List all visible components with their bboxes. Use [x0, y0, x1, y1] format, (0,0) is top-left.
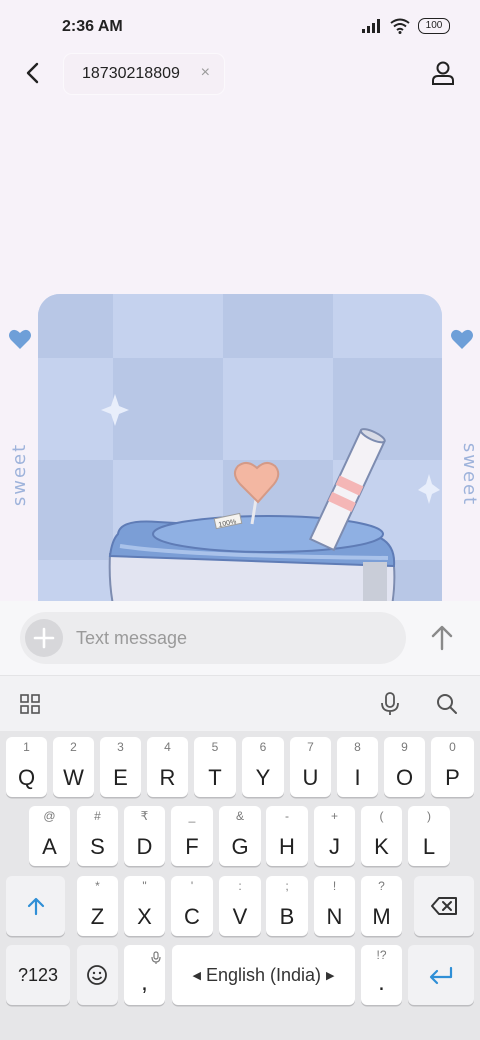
mic-icon[interactable] — [380, 692, 400, 716]
heart-icon — [451, 329, 473, 349]
language-left-arrow: ◀ — [192, 970, 201, 982]
status-time: 2:36 AM — [62, 18, 123, 35]
backspace-key[interactable] — [414, 876, 474, 936]
key-o[interactable]: 9 O — [384, 737, 425, 797]
keyboard-toolbar — [0, 675, 480, 732]
shift-icon — [27, 897, 45, 916]
key-v[interactable]: : V — [219, 876, 261, 936]
backspace-icon — [431, 897, 457, 915]
heart-icon — [9, 329, 31, 349]
sticker-area: sweet sweet 100% — [0, 294, 480, 601]
comma-key[interactable]: , — [124, 945, 165, 1005]
contact-icon — [432, 61, 454, 85]
conversation-header: 18730218809 × — [0, 52, 480, 98]
sweet-label-right: sweet — [459, 442, 480, 507]
key-p[interactable]: 0 P — [431, 737, 474, 797]
key-a[interactable]: @ A — [29, 806, 70, 866]
space-label: English (India) — [205, 965, 322, 985]
enter-key[interactable] — [408, 945, 474, 1005]
message-input[interactable]: Text message — [20, 612, 406, 664]
back-button[interactable] — [18, 58, 48, 88]
space-key[interactable]: ◀ English (India) ▶ — [172, 945, 355, 1005]
shift-key[interactable] — [6, 876, 65, 936]
recipient-chip[interactable]: 18730218809 × — [64, 54, 224, 94]
key-i[interactable]: 8 I — [337, 737, 378, 797]
key-d[interactable]: ₹ D — [124, 806, 165, 866]
language-right-arrow: ▶ — [326, 970, 335, 982]
sticker-image[interactable]: 100% — [38, 294, 442, 601]
keyboard: 1 Q 2 W 3 E 4 R 5 T 6 Y 7 U 8 I 9 O 0 P … — [0, 731, 480, 1040]
remove-recipient-button[interactable]: × — [201, 64, 210, 82]
message-placeholder: Text message — [76, 628, 188, 648]
mic-small-icon — [151, 951, 161, 964]
send-button[interactable] — [428, 623, 456, 653]
key-t[interactable]: 5 T — [194, 737, 236, 797]
sticker-illustration: 100% — [38, 294, 442, 601]
signal-icon — [362, 19, 380, 33]
enter-icon — [429, 966, 453, 985]
emoji-icon — [87, 965, 107, 985]
key-f[interactable]: _ F — [171, 806, 213, 866]
key-r[interactable]: 4 R — [147, 737, 188, 797]
key-w[interactable]: 2 W — [53, 737, 94, 797]
status-icons: 100 — [362, 18, 450, 34]
key-x[interactable]: " X — [124, 876, 165, 936]
composer-bar: Text message — [0, 601, 480, 675]
battery-indicator: 100 — [418, 18, 450, 34]
key-j[interactable]: + J — [314, 806, 355, 866]
key-m[interactable]: ? M — [361, 876, 402, 936]
recipient-number: 18730218809 — [82, 65, 180, 82]
key-z[interactable]: * Z — [77, 876, 118, 936]
grid-icon[interactable] — [20, 694, 40, 714]
key-q[interactable]: 1 Q — [6, 737, 47, 797]
attach-button[interactable] — [25, 619, 63, 657]
key-h[interactable]: - H — [266, 806, 308, 866]
key-b[interactable]: ; B — [266, 876, 308, 936]
key-g[interactable]: & G — [219, 806, 261, 866]
back-arrow-icon — [26, 62, 39, 84]
symbols-key[interactable]: ?123 — [6, 945, 70, 1005]
contact-button[interactable] — [428, 58, 458, 88]
key-u[interactable]: 7 U — [290, 737, 331, 797]
key-e[interactable]: 3 E — [100, 737, 141, 797]
key-s[interactable]: # S — [77, 806, 118, 866]
key-l[interactable]: ) L — [408, 806, 450, 866]
key-y[interactable]: 6 Y — [242, 737, 284, 797]
key-k[interactable]: ( K — [361, 806, 402, 866]
key-c[interactable]: ' C — [171, 876, 213, 936]
emoji-key[interactable] — [77, 945, 118, 1005]
search-icon[interactable] — [436, 693, 458, 715]
send-arrow-icon — [431, 625, 453, 651]
period-key[interactable]: !? . — [361, 945, 402, 1005]
status-bar: 2:36 AM 100 — [0, 0, 480, 52]
wifi-icon — [390, 18, 410, 34]
sweet-label-left: sweet — [9, 442, 31, 507]
key-n[interactable]: ! N — [314, 876, 355, 936]
plus-icon — [33, 627, 55, 649]
